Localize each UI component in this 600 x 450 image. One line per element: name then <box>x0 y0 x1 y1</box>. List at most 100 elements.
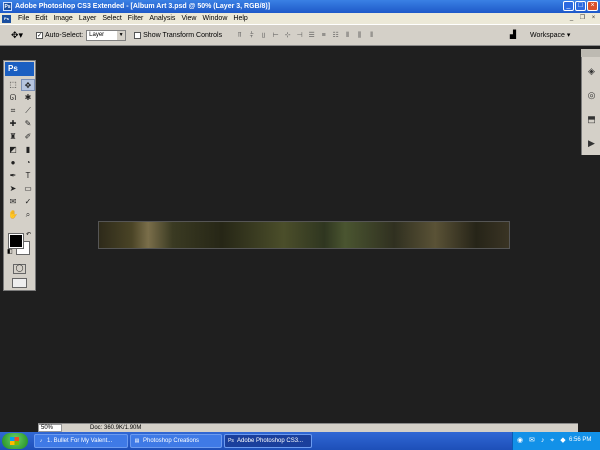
start-button[interactable] <box>2 433 28 449</box>
align-hcenter-icon[interactable]: ⊹ <box>283 31 292 40</box>
history-brush-tool-icon[interactable]: ✐ <box>21 131 35 143</box>
taskbar-item-folder[interactable]: ▤ Photoshop Creations <box>130 434 222 448</box>
notes-tool-icon[interactable]: ✉ <box>6 196 20 208</box>
dodge-tool-icon[interactable]: ◔ <box>21 157 35 169</box>
lasso-tool-icon[interactable]: ᘏ <box>6 92 20 104</box>
doc-restore-button[interactable]: ❐ <box>578 14 587 22</box>
shape-tool-icon[interactable]: ▭ <box>21 183 35 195</box>
color-panel-icon[interactable]: ◎ <box>585 89 598 102</box>
auto-select-checkbox[interactable]: ✓ <box>36 31 43 39</box>
music-icon: ♪ <box>39 438 43 444</box>
blur-tool-icon[interactable]: ● <box>6 157 20 169</box>
gradient-tool-icon[interactable]: ▮ <box>21 144 35 156</box>
brush-tool-icon[interactable]: ✎ <box>21 118 35 130</box>
document-icon[interactable]: Ps <box>2 14 11 23</box>
align-top-icon[interactable]: ⫪ <box>235 31 244 40</box>
taskbar-item-label: 1. Bullet For My Valent... <box>47 438 113 444</box>
path-select-tool-icon[interactable]: ➤ <box>6 183 20 195</box>
foreground-color-swatch[interactable] <box>8 233 24 249</box>
distribute-left-icon[interactable]: ⦀ <box>343 31 352 40</box>
taskbar-item-music[interactable]: ♪ 1. Bullet For My Valent... <box>34 434 128 448</box>
distribute-right-icon[interactable]: ‖ <box>367 31 376 40</box>
layers-panel-icon[interactable]: ⬒ <box>585 113 598 126</box>
align-buttons: ⫪ ⫩ ⫫ ⊢ ⊹ ⊣ ☰ ≡ ☷ ⦀ ⫼ ‖ <box>235 31 376 40</box>
zoom-tool-icon[interactable]: ⌕ <box>21 209 35 221</box>
clock[interactable]: 6:56 PM <box>569 437 591 443</box>
healing-tool-icon[interactable]: ✚ <box>6 118 20 130</box>
swap-colors-icon[interactable]: ↶ <box>26 231 31 238</box>
taskbar-item-label: Adobe Photoshop CS3... <box>237 438 304 444</box>
window-title: Adobe Photoshop CS3 Extended - [Album Ar… <box>15 3 271 10</box>
taskbar-item-label: Photoshop Creations <box>143 438 200 444</box>
magic-wand-tool-icon[interactable]: ✱ <box>21 92 35 104</box>
panel-dock: ◈ ◎ ⬒ ▶ <box>581 57 600 155</box>
move-tool-icon[interactable]: ✥ <box>21 79 35 91</box>
menu-select[interactable]: Select <box>99 15 124 22</box>
menu-window[interactable]: Window <box>199 15 230 22</box>
options-bar: ✥▾ ✓ Auto-Select: Layer ▼ Show Transform… <box>0 24 600 46</box>
menu-analysis[interactable]: Analysis <box>146 15 178 22</box>
align-vcenter-icon[interactable]: ⫩ <box>247 31 256 40</box>
minimize-button[interactable]: _ <box>563 1 574 11</box>
navigator-panel-icon[interactable]: ◈ <box>585 65 598 78</box>
stamp-tool-icon[interactable]: ♜ <box>6 131 20 143</box>
chevron-down-icon: ▼ <box>117 30 126 40</box>
tray-icons[interactable]: ◉ ✉ ♪ ⌖ ◆ <box>517 436 568 445</box>
menu-file[interactable]: File <box>15 15 32 22</box>
menu-view[interactable]: View <box>178 15 199 22</box>
document-window-controls: _ ❐ × <box>567 14 598 22</box>
taskbar: ♪ 1. Bullet For My Valent... ▤ Photoshop… <box>0 432 600 450</box>
title-bar: Ps Adobe Photoshop CS3 Extended - [Album… <box>0 0 600 13</box>
move-tool-preset-icon[interactable]: ✥▾ <box>6 27 28 43</box>
slice-tool-icon[interactable]: ⟋ <box>21 105 35 117</box>
default-colors-icon[interactable]: ◧ <box>7 248 13 255</box>
photoshop-icon: Ps <box>228 438 234 444</box>
doc-close-button[interactable]: × <box>589 14 598 22</box>
document-canvas-image[interactable] <box>98 221 510 249</box>
status-bar: 50% Doc: 360.9K/1.90M <box>38 423 578 432</box>
distribute-top-icon[interactable]: ☰ <box>307 31 316 40</box>
doc-minimize-button[interactable]: _ <box>567 14 576 22</box>
window-controls: _ □ × <box>563 1 598 11</box>
tools-panel-header: Ps <box>5 62 34 76</box>
workspace-icon[interactable]: ▟ <box>506 30 520 40</box>
menu-help[interactable]: Help <box>230 15 250 22</box>
workspace-menu[interactable]: Workspace ▾ <box>530 31 570 39</box>
tool-grid: ⬚ ✥ ᘏ ✱ ⌗ ⟋ ✚ ✎ ♜ ✐ ◩ ▮ ● ◔ ✒ T ➤ ▭ ✉ ✓ … <box>6 79 35 221</box>
maximize-button[interactable]: □ <box>575 1 586 11</box>
photoshop-app-icon: Ps <box>3 2 12 11</box>
auto-select-label: Auto-Select: <box>45 31 84 39</box>
quick-mask-button[interactable]: ◯ <box>13 264 26 274</box>
align-bottom-icon[interactable]: ⫫ <box>259 31 268 40</box>
distribute-vcenter-icon[interactable]: ≡ <box>319 31 328 40</box>
taskbar-item-photoshop[interactable]: Ps Adobe Photoshop CS3... <box>224 434 312 448</box>
show-transform-label: Show Transform Controls <box>143 31 223 39</box>
pen-tool-icon[interactable]: ✒ <box>6 170 20 182</box>
eyedropper-tool-icon[interactable]: ✓ <box>21 196 35 208</box>
crop-tool-icon[interactable]: ⌗ <box>6 105 20 117</box>
tools-panel: Ps ⬚ ✥ ᘏ ✱ ⌗ ⟋ ✚ ✎ ♜ ✐ ◩ ▮ ● ◔ ✒ T ➤ ▭ ✉… <box>3 60 36 291</box>
type-tool-icon[interactable]: T <box>21 170 35 182</box>
align-left-icon[interactable]: ⊢ <box>271 31 280 40</box>
document-size-info[interactable]: Doc: 360.9K/1.90M <box>90 425 141 431</box>
auto-select-value: Layer <box>89 31 105 38</box>
menu-bar: Ps File Edit Image Layer Select Filter A… <box>0 13 600 24</box>
zoom-level-field[interactable]: 50% <box>38 424 62 432</box>
hand-tool-icon[interactable]: ✋ <box>6 209 20 221</box>
menu-filter[interactable]: Filter <box>125 15 147 22</box>
actions-panel-icon[interactable]: ▶ <box>585 137 598 150</box>
auto-select-dropdown[interactable]: Layer ▼ <box>86 29 127 41</box>
screen-mode-button[interactable] <box>12 278 27 288</box>
dock-header[interactable] <box>581 49 600 57</box>
align-right-icon[interactable]: ⊣ <box>295 31 304 40</box>
folder-icon: ▤ <box>134 438 140 444</box>
menu-edit[interactable]: Edit <box>32 15 50 22</box>
menu-image[interactable]: Image <box>50 15 75 22</box>
distribute-hcenter-icon[interactable]: ⫼ <box>355 31 364 40</box>
marquee-tool-icon[interactable]: ⬚ <box>6 79 20 91</box>
show-transform-checkbox[interactable] <box>134 31 142 39</box>
eraser-tool-icon[interactable]: ◩ <box>6 144 20 156</box>
close-button[interactable]: × <box>587 1 598 11</box>
distribute-bottom-icon[interactable]: ☷ <box>331 31 340 40</box>
menu-layer[interactable]: Layer <box>76 15 100 22</box>
